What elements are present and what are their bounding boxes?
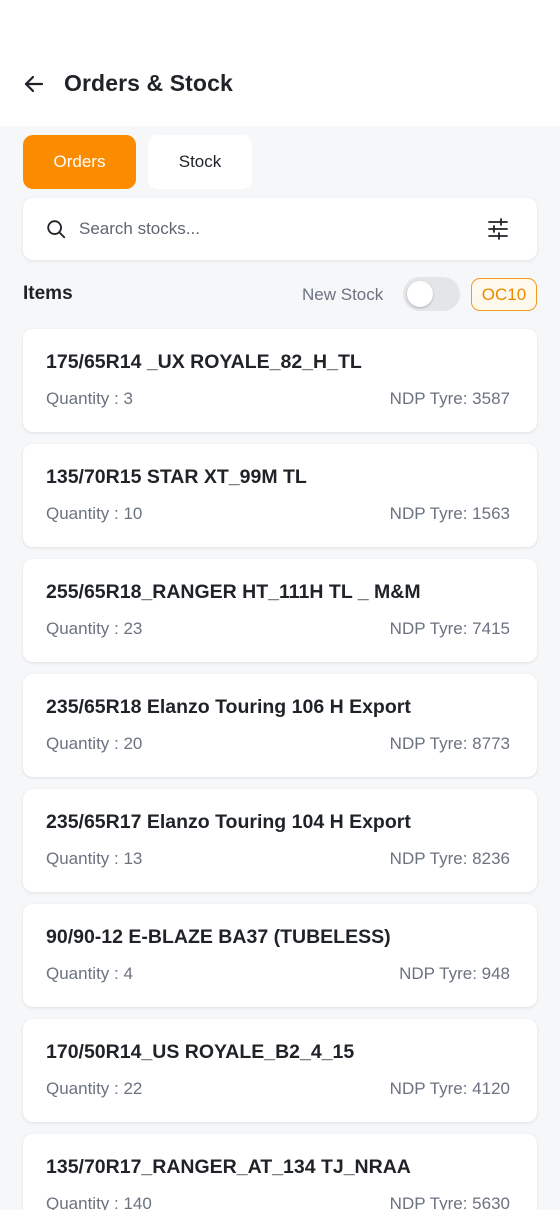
item-ndp-price: NDP Tyre: 8236 xyxy=(389,849,510,868)
tab-stock[interactable]: Stock xyxy=(148,135,252,189)
stock-item-card[interactable]: 255/65R18_RANGER HT_111H TL _ M&M Quanti… xyxy=(23,559,537,662)
app-header: Orders & Stock xyxy=(0,0,560,126)
item-quantity: Quantity : 20 xyxy=(46,734,143,753)
item-quantity: Quantity : 10 xyxy=(46,504,143,523)
search-bar xyxy=(23,198,537,260)
item-quantity: Quantity : 140 xyxy=(46,1194,152,1210)
item-ndp-price: NDP Tyre: 948 xyxy=(399,964,510,983)
stock-item-card[interactable]: 175/65R14 _UX ROYALE_82_H_TL Quantity : … xyxy=(23,329,537,432)
stock-item-card[interactable]: 170/50R14_US ROYALE_B2_4_15 Quantity : 2… xyxy=(23,1019,537,1122)
back-button[interactable] xyxy=(18,68,50,100)
item-quantity: Quantity : 22 xyxy=(46,1079,143,1098)
item-name: 135/70R17_RANGER_AT_134 TJ_NRAA xyxy=(46,1156,411,1178)
item-name: 170/50R14_US ROYALE_B2_4_15 xyxy=(46,1041,355,1063)
sliders-icon[interactable] xyxy=(486,217,510,241)
stock-item-card[interactable]: 235/65R18 Elanzo Touring 106 H Export Qu… xyxy=(23,674,537,777)
stock-item-card[interactable]: 90/90-12 E-BLAZE BA37 (TUBELESS) Quantit… xyxy=(23,904,537,1007)
arrow-left-icon xyxy=(24,75,44,93)
dealer-code-badge[interactable]: OC10 xyxy=(471,278,537,311)
item-name: 255/65R18_RANGER HT_111H TL _ M&M xyxy=(46,581,421,603)
stock-item-card[interactable]: 235/65R17 Elanzo Touring 104 H Export Qu… xyxy=(23,789,537,892)
item-ndp-price: NDP Tyre: 4120 xyxy=(389,1079,510,1098)
item-name: 90/90-12 E-BLAZE BA37 (TUBELESS) xyxy=(46,926,391,948)
toggle-knob xyxy=(407,281,433,307)
item-name: 235/65R17 Elanzo Touring 104 H Export xyxy=(46,811,411,833)
new-stock-label: New Stock xyxy=(302,285,384,304)
item-quantity: Quantity : 4 xyxy=(46,964,133,983)
item-name: 175/65R14 _UX ROYALE_82_H_TL xyxy=(46,351,362,373)
search-icon xyxy=(47,220,66,239)
item-ndp-price: NDP Tyre: 1563 xyxy=(389,504,510,523)
stock-item-card[interactable]: 135/70R15 STAR XT_99M TL Quantity : 10 N… xyxy=(23,444,537,547)
item-ndp-price: NDP Tyre: 7415 xyxy=(389,619,510,638)
tab-orders[interactable]: Orders xyxy=(23,135,136,189)
item-ndp-price: NDP Tyre: 8773 xyxy=(389,734,510,753)
item-name: 135/70R15 STAR XT_99M TL xyxy=(46,466,307,488)
item-quantity: Quantity : 13 xyxy=(46,849,143,868)
page-title: Orders & Stock xyxy=(64,70,233,96)
new-stock-toggle[interactable] xyxy=(403,277,460,311)
item-ndp-price: NDP Tyre: 3587 xyxy=(389,389,510,408)
items-heading: Items xyxy=(23,283,73,304)
item-ndp-price: NDP Tyre: 5630 xyxy=(389,1194,510,1210)
stock-item-card[interactable]: 135/70R17_RANGER_AT_134 TJ_NRAA Quantity… xyxy=(23,1134,537,1210)
item-quantity: Quantity : 3 xyxy=(46,389,133,408)
item-name: 235/65R18 Elanzo Touring 106 H Export xyxy=(46,696,411,718)
app-screen: Orders & Stock Orders Stock Items New St… xyxy=(0,0,560,1210)
search-input[interactable] xyxy=(79,212,469,246)
items-toolbar: Items New Stock OC10 xyxy=(23,276,537,312)
item-quantity: Quantity : 23 xyxy=(46,619,143,638)
tab-bar: Orders Stock xyxy=(23,135,252,189)
